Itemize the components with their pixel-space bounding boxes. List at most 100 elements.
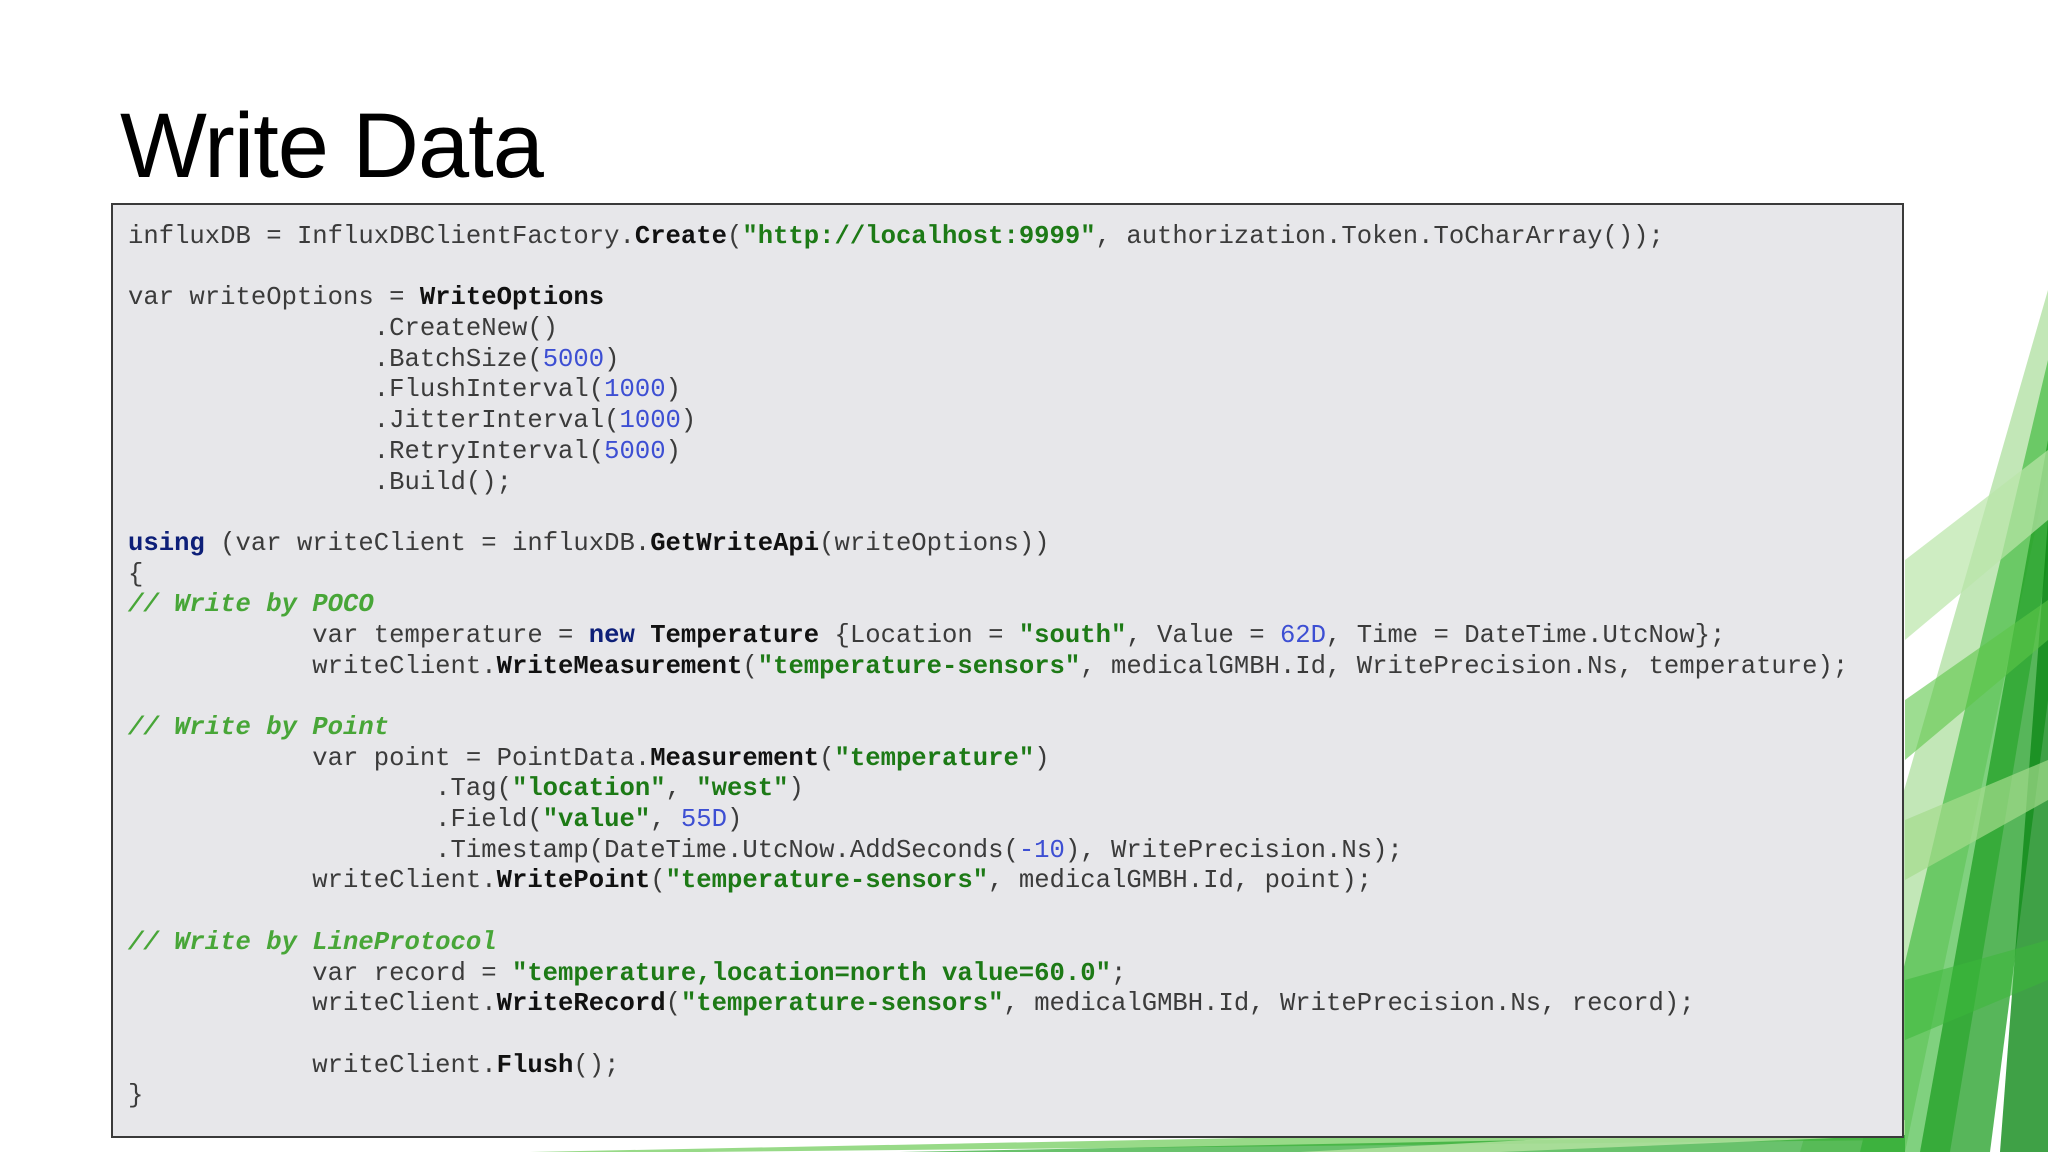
- code-text: influxDB = InfluxDBClientFactory.: [128, 222, 635, 251]
- code-line: // Write by POCO: [128, 590, 1848, 621]
- code-line: using (var writeClient = influxDB.GetWri…: [128, 529, 1848, 560]
- code-text: (: [665, 989, 681, 1019]
- code-number: 1000: [619, 406, 681, 436]
- code-string: "temperature": [834, 743, 1035, 773]
- code-string: "value": [542, 805, 651, 835]
- code-text: ), WritePrecision.Ns);: [1064, 835, 1403, 865]
- code-line: influxDB = InfluxDBClientFactory.Create(…: [128, 222, 1848, 253]
- code-string: "temperature-sensors": [665, 866, 989, 896]
- code-text: (var writeClient = influxDB.: [204, 528, 651, 558]
- code-string: "west": [696, 774, 789, 804]
- code-line: .CreateNew(): [128, 314, 1848, 345]
- code-line: .Tag("location", "west"): [128, 774, 1848, 805]
- code-text: , Time = DateTime.UtcNow};: [1326, 620, 1726, 650]
- code-line: var record = "temperature,location=north…: [128, 959, 1848, 990]
- code-text: }: [128, 1081, 144, 1111]
- code-comment: // Write by POCO: [128, 590, 374, 620]
- code-comment: // Write by Point: [128, 713, 390, 742]
- code-text: , medicalGMBH.Id, WritePrecision.Ns, tem…: [1080, 651, 1849, 681]
- code-number: 5000: [542, 344, 605, 374]
- code-text: (: [650, 866, 666, 896]
- code-text: .CreateNew(): [128, 314, 559, 344]
- code-text: (writeOptions)): [819, 528, 1050, 558]
- code-comment: // Write by LineProtocol: [128, 927, 497, 957]
- code-text: .Field(: [128, 805, 543, 835]
- code-text: ): [680, 406, 697, 436]
- code-line: }: [128, 1081, 1848, 1112]
- code-method: WriteOptions: [419, 283, 605, 313]
- code-keyword: new: [588, 620, 635, 650]
- code-line: writeClient.WritePoint("temperature-sens…: [128, 866, 1848, 897]
- code-line: .Timestamp(DateTime.UtcNow.AddSeconds(-1…: [128, 836, 1848, 867]
- code-block: influxDB = InfluxDBClientFactory.Create(…: [111, 203, 1904, 1138]
- code-number: 1000: [604, 375, 666, 405]
- code-line: writeClient.WriteRecord("temperature-sen…: [128, 989, 1848, 1020]
- code-text: .Timestamp(DateTime.UtcNow.AddSeconds(: [128, 835, 1019, 865]
- code-string: "location": [511, 774, 666, 804]
- code-text: , authorization.Token.ToCharArray());: [1095, 222, 1664, 251]
- code-method: Create: [634, 222, 727, 251]
- code-text: ,: [665, 774, 697, 804]
- code-method: GetWriteApi: [650, 528, 820, 558]
- code-text: ): [727, 805, 743, 835]
- code-listing: influxDB = InfluxDBClientFactory.Create(…: [128, 222, 1848, 1112]
- code-method: Measurement: [650, 743, 820, 773]
- code-line: // Write by Point: [128, 713, 1848, 744]
- code-text: ,: [650, 805, 681, 835]
- code-number: -10: [1018, 835, 1065, 865]
- code-text: ;: [1110, 958, 1127, 988]
- code-text: .FlushInterval(: [128, 375, 605, 405]
- code-text: .BatchSize(: [128, 344, 543, 374]
- code-text: .JitterInterval(: [128, 406, 620, 436]
- code-text: {Location =: [819, 620, 1019, 650]
- code-keyword: using: [128, 528, 205, 558]
- code-text: .RetryInterval(: [128, 436, 605, 466]
- code-line: .Field("value", 55D): [128, 805, 1848, 836]
- code-text: (: [727, 222, 743, 251]
- code-string: "temperature-sensors": [680, 989, 1004, 1019]
- code-text: var point = PointData.: [128, 743, 651, 773]
- code-line: var point = PointData.Measurement("tempe…: [128, 744, 1848, 775]
- code-line: // Write by LineProtocol: [128, 928, 1848, 959]
- code-string: "south": [1018, 620, 1127, 650]
- code-text: .Build();: [128, 467, 512, 497]
- code-text: var temperature =: [128, 620, 589, 650]
- code-method: Temperature: [650, 620, 820, 650]
- code-text: ): [665, 436, 681, 466]
- code-text: writeClient.: [128, 989, 497, 1019]
- code-number: 5000: [604, 436, 666, 466]
- code-line: writeClient.WriteMeasurement("temperatur…: [128, 652, 1848, 683]
- code-line: .JitterInterval(1000): [128, 406, 1848, 437]
- code-line: var temperature = new Temperature {Locat…: [128, 621, 1848, 652]
- code-text: ): [604, 344, 620, 374]
- code-text: (: [742, 651, 758, 681]
- code-text: , Value =: [1126, 620, 1280, 650]
- code-number: 55D: [680, 805, 727, 835]
- code-line: .BatchSize(5000): [128, 345, 1848, 376]
- code-method: WriteRecord: [496, 989, 666, 1019]
- code-text: ): [665, 375, 681, 405]
- code-text: {: [128, 559, 144, 589]
- code-string: "temperature-sensors": [757, 651, 1081, 681]
- code-text: (: [819, 743, 835, 773]
- code-text: , medicalGMBH.Id, point);: [988, 866, 1373, 896]
- code-line: writeClient.Flush();: [128, 1051, 1848, 1082]
- slide-title: Write Data: [120, 95, 544, 197]
- code-string: "http://localhost:9999": [742, 222, 1096, 251]
- code-method: WriteMeasurement: [496, 651, 743, 681]
- code-line: .RetryInterval(5000): [128, 437, 1848, 468]
- code-text: var writeOptions =: [128, 283, 420, 313]
- code-line: .Build();: [128, 468, 1848, 499]
- code-text: writeClient.: [128, 1050, 497, 1080]
- code-line: var writeOptions = WriteOptions: [128, 283, 1848, 314]
- code-line: {: [128, 560, 1848, 591]
- code-method: WritePoint: [496, 866, 651, 896]
- code-text: .Tag(: [128, 774, 512, 804]
- code-line: .FlushInterval(1000): [128, 375, 1848, 406]
- code-text: var record =: [128, 958, 512, 988]
- code-text: writeClient.: [128, 866, 497, 896]
